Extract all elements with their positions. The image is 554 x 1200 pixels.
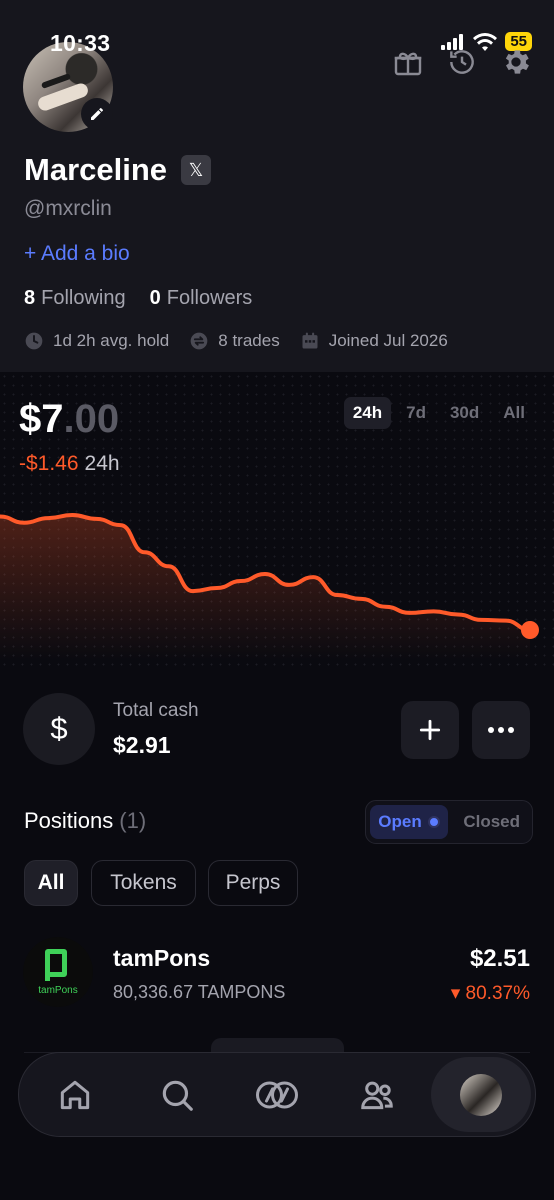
nav-people[interactable] [353, 1071, 401, 1119]
chart-current-point [521, 621, 539, 639]
nav-home[interactable] [51, 1071, 99, 1119]
trades-text: 8 trades [218, 331, 280, 350]
following-label: Following [41, 287, 126, 309]
range-7d[interactable]: 7d [397, 397, 435, 429]
total-cash-label: Total cash [113, 700, 199, 721]
total-cash-value: $2.91 [113, 732, 171, 758]
positions-title: Positions [24, 808, 114, 833]
portfolio-line-chart [0, 513, 539, 660]
more-options-button[interactable] [472, 701, 530, 759]
toggle-closed[interactable]: Closed [463, 812, 520, 832]
followers-link[interactable]: 0 Followers [150, 287, 253, 310]
balance-cents: .00 [63, 397, 120, 441]
followers-label: Followers [166, 287, 253, 309]
swap-icon [190, 332, 208, 350]
history-icon[interactable] [446, 46, 478, 78]
plus-icon [419, 719, 441, 741]
filter-perps[interactable]: Perps [208, 860, 298, 906]
token-logo-text: tamPons [38, 985, 78, 996]
joined-stat: Joined Jul 2026 [300, 331, 448, 351]
range-24h[interactable]: 24h [343, 397, 392, 429]
range-30d[interactable]: 30d [441, 397, 488, 429]
nav-search[interactable] [153, 1071, 201, 1119]
calendar-icon [302, 332, 318, 349]
pencil-icon [91, 107, 103, 120]
balance-dollars: $7 [19, 397, 64, 441]
more-dots-icon [488, 727, 514, 733]
clock-icon [25, 332, 43, 350]
token-change: ▾ 80.37% [450, 983, 530, 1004]
portfolio-change: -$1.46 24h [19, 452, 120, 476]
range-all[interactable]: All [494, 397, 534, 429]
add-cash-button[interactable] [401, 701, 459, 759]
active-dot-icon [427, 816, 440, 828]
edit-avatar-button[interactable] [81, 98, 113, 130]
change-period: 24h [84, 452, 120, 475]
positions-heading: Positions (1) [24, 808, 146, 834]
settings-gear-icon[interactable] [500, 46, 532, 78]
token-value: $2.51 [469, 945, 530, 972]
filter-tokens[interactable]: Tokens [91, 860, 196, 906]
portfolio-balance: $7.00 [19, 397, 119, 442]
positions-count: (1) [119, 808, 147, 833]
toggle-open-label: Open [378, 812, 422, 831]
add-bio-link[interactable]: + Add a bio [24, 242, 130, 266]
profile-avatar [460, 1073, 502, 1116]
chart-area-fill [0, 515, 530, 660]
nav-profile[interactable] [431, 1057, 531, 1132]
range-selector: 24h 7d 30d All [343, 397, 534, 429]
x-logo-icon[interactable]: 𝕏 [181, 155, 212, 185]
open-closed-toggle: Open Closed [365, 800, 533, 844]
profile-name: Marceline [24, 152, 168, 187]
bottom-nav [18, 1052, 536, 1137]
follow-stats: 8 Following 0 Followers [24, 287, 252, 310]
avg-hold-text: 1d 2h avg. hold [53, 331, 170, 350]
toggle-open[interactable]: Open [370, 805, 448, 839]
trades-stat: 8 trades [189, 331, 280, 351]
home-icon [60, 1080, 90, 1110]
trade-icon [256, 1081, 298, 1109]
trading-stats: 1d 2h avg. hold 8 trades Joined Jul 2026 [24, 331, 448, 351]
following-link[interactable]: 8 Following [24, 287, 126, 310]
change-amount: -$1.46 [19, 452, 79, 475]
joined-text: Joined Jul 2026 [328, 331, 448, 350]
top-actions [392, 46, 532, 78]
filter-all[interactable]: All [24, 860, 78, 906]
token-logo: tamPons [23, 937, 93, 1007]
following-count: 8 [24, 287, 36, 309]
nav-trade[interactable] [253, 1071, 301, 1119]
avg-hold-stat: 1d 2h avg. hold [24, 331, 169, 351]
followers-count: 0 [149, 287, 161, 309]
token-name: tamPons [113, 945, 211, 971]
token-amount: 80,336.67 TAMPONS [113, 982, 286, 1002]
status-time: 10:33 [50, 30, 111, 56]
people-icon [361, 1081, 393, 1110]
dollar-icon: $ [23, 693, 95, 765]
gift-icon[interactable] [392, 46, 424, 78]
name-row: Marceline 𝕏 [24, 152, 212, 188]
profile-handle: @mxrclin [24, 197, 112, 220]
search-icon [162, 1080, 193, 1111]
